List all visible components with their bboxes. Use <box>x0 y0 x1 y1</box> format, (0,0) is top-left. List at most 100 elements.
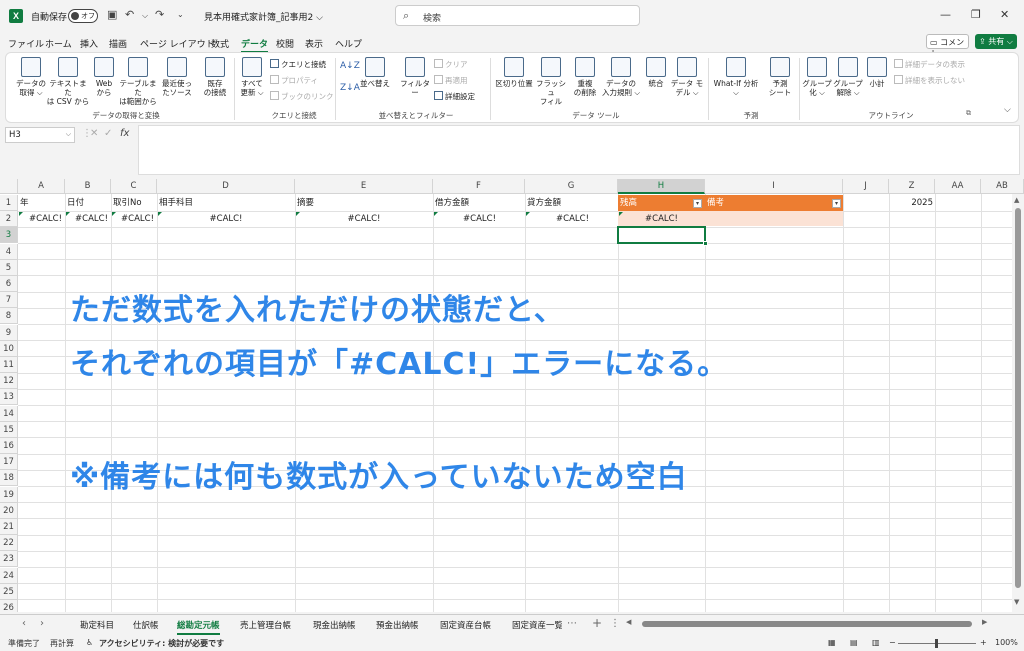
header-description[interactable]: 摘要 <box>297 195 314 211</box>
customize-qat-icon[interactable]: ⌄ <box>177 10 184 19</box>
consolidate-button[interactable]: 統合 <box>642 57 670 88</box>
show-detail-button[interactable]: 詳細データの表示 <box>894 59 965 70</box>
remove-duplicates-button[interactable]: 重複 の削除 <box>568 57 602 97</box>
cell-f2[interactable]: #CALC! <box>433 211 524 227</box>
column-header[interactable]: F <box>433 179 525 194</box>
prev-sheet-icon[interactable]: ‹ <box>22 618 26 629</box>
row-header[interactable]: 15 <box>0 421 18 438</box>
close-icon[interactable]: ✕ <box>1000 8 1009 21</box>
more-sheets-icon[interactable]: ⋯ <box>567 618 577 629</box>
next-sheet-icon[interactable]: › <box>40 618 44 629</box>
sort-asc-icon[interactable]: A↓Z <box>340 61 360 71</box>
status-accessibility[interactable]: アクセシビリティ: 検討が必要です <box>99 638 224 649</box>
row-header[interactable]: 18 <box>0 470 18 487</box>
name-box[interactable]: H3 ⌵ <box>5 127 75 143</box>
column-header[interactable]: J <box>843 179 889 194</box>
queries-connections-button[interactable]: クエリと接続 <box>270 59 326 70</box>
cell-h2[interactable]: #CALC! <box>618 211 705 227</box>
cell-e2[interactable]: #CALC! <box>295 211 433 227</box>
header-year[interactable]: 年 <box>20 195 29 211</box>
row-header[interactable]: 6 <box>0 276 18 292</box>
tab-review[interactable]: 校閲 <box>276 37 294 50</box>
cancel-icon[interactable]: ✕ <box>90 128 98 139</box>
sheet-tab-active[interactable]: 総勘定元帳 <box>177 619 220 635</box>
column-header[interactable]: G <box>525 179 618 194</box>
vertical-scrollbar[interactable]: ▲ ▼ <box>1012 194 1024 612</box>
header-date[interactable]: 日付 <box>67 195 84 211</box>
sheet-tab[interactable]: 現金出納帳 <box>313 619 356 631</box>
column-header-selected[interactable]: H <box>618 179 705 194</box>
row-header[interactable]: 17 <box>0 454 18 471</box>
undo-icon[interactable]: ↶ <box>125 8 134 21</box>
what-if-analysis-button[interactable]: What-If 分析 ⌵ <box>710 57 762 97</box>
column-header[interactable]: AA <box>935 179 981 194</box>
normal-view-icon[interactable]: ▦ <box>828 638 836 647</box>
row-header[interactable]: 10 <box>0 340 18 357</box>
from-web-button[interactable]: Web から <box>90 57 118 97</box>
row-header[interactable]: 5 <box>0 259 18 276</box>
get-data-button[interactable]: データの 取得 ⌵ <box>12 57 50 97</box>
sheet-tab[interactable]: 勘定科目 <box>80 619 114 631</box>
row-header[interactable]: 22 <box>0 535 18 552</box>
row-header[interactable]: 4 <box>0 243 18 260</box>
sheet-tab[interactable]: 仕訳帳 <box>133 619 159 631</box>
tab-file[interactable]: ファイル <box>8 37 44 50</box>
row-header[interactable]: 3 <box>0 227 18 244</box>
filter-dropdown-icon[interactable]: ▾ <box>693 199 702 208</box>
horizontal-scrollbar[interactable]: ◀ ▶ <box>622 618 992 628</box>
row-header[interactable]: 13 <box>0 389 18 406</box>
row-header[interactable]: 8 <box>0 308 18 325</box>
column-header[interactable]: AB <box>981 179 1024 194</box>
column-header[interactable]: Z <box>889 179 935 194</box>
formula-input[interactable] <box>138 125 1020 175</box>
row-header[interactable]: 20 <box>0 502 18 519</box>
collapse-ribbon-icon[interactable]: ⌵ <box>1004 105 1011 115</box>
header-notes-cell[interactable]: 備考 ▾ <box>705 195 843 211</box>
row-header[interactable]: 21 <box>0 519 18 535</box>
add-sheet-icon[interactable]: + <box>592 616 602 630</box>
column-header[interactable]: E <box>295 179 433 194</box>
tab-page-layout[interactable]: ページ レイアウト <box>140 37 215 50</box>
group-button[interactable]: グループ化 ⌵ <box>801 57 833 97</box>
undo-dropdown-icon[interactable]: ⌵ <box>142 11 148 21</box>
header-counter-account[interactable]: 相手科目 <box>159 195 193 211</box>
from-text-csv-button[interactable]: テキストまたは CSV から <box>46 57 90 106</box>
row-header[interactable]: 19 <box>0 486 18 503</box>
tab-help[interactable]: ヘルプ <box>335 37 362 50</box>
outline-dialog-launcher-icon[interactable]: ⧉ <box>966 109 971 118</box>
sheet-tab[interactable]: 預金出納帳 <box>376 619 419 631</box>
clear-filter-button[interactable]: クリア <box>434 59 468 70</box>
page-break-view-icon[interactable]: ▥ <box>872 638 880 647</box>
save-icon[interactable]: ▣ <box>107 8 117 21</box>
insert-function-icon[interactable]: fx <box>120 128 129 139</box>
worksheet-grid[interactable]: A B C D E F G H I J Z AA AB 1 2 3 4 5 6 7 8 9 10 1… <box>0 179 1024 612</box>
column-header[interactable]: I <box>705 179 843 194</box>
zoom-in-icon[interactable]: + <box>980 638 987 647</box>
column-header[interactable]: B <box>65 179 111 194</box>
row-header[interactable]: 1 <box>0 195 18 211</box>
redo-icon[interactable]: ↷ <box>155 8 164 21</box>
autosave-toggle[interactable]: オフ <box>68 9 98 23</box>
row-header[interactable]: 12 <box>0 373 18 390</box>
minimize-icon[interactable]: — <box>940 8 951 21</box>
tab-formulas[interactable]: 数式 <box>211 37 229 50</box>
tab-draw[interactable]: 描画 <box>109 37 127 50</box>
enter-icon[interactable]: ✓ <box>104 128 112 139</box>
tab-insert[interactable]: 挿入 <box>80 37 98 50</box>
cell-g2[interactable]: #CALC! <box>525 211 617 227</box>
data-validation-button[interactable]: データの 入力規則 ⌵ <box>600 57 642 97</box>
zoom-level[interactable]: 100% <box>995 638 1018 647</box>
text-to-columns-button[interactable]: 区切り位置 <box>493 57 535 88</box>
status-recalc[interactable]: 再計算 <box>50 638 74 649</box>
row-header[interactable]: 11 <box>0 357 18 373</box>
filter-dropdown-icon[interactable]: ▾ <box>832 199 841 208</box>
row-header[interactable]: 26 <box>0 600 18 612</box>
sheet-tab[interactable]: 固定資産一覧 <box>512 619 562 631</box>
reapply-button[interactable]: 再適用 <box>434 75 468 86</box>
sheet-tab[interactable]: 固定資産台帳 <box>440 619 491 631</box>
cell-d2[interactable]: #CALC! <box>157 211 295 227</box>
tab-data[interactable]: データ <box>241 37 269 53</box>
page-layout-view-icon[interactable]: ▤ <box>850 638 858 647</box>
filter-button[interactable]: フィルター <box>398 57 432 97</box>
header-balance-cell[interactable]: 残高 ▾ <box>618 195 705 211</box>
